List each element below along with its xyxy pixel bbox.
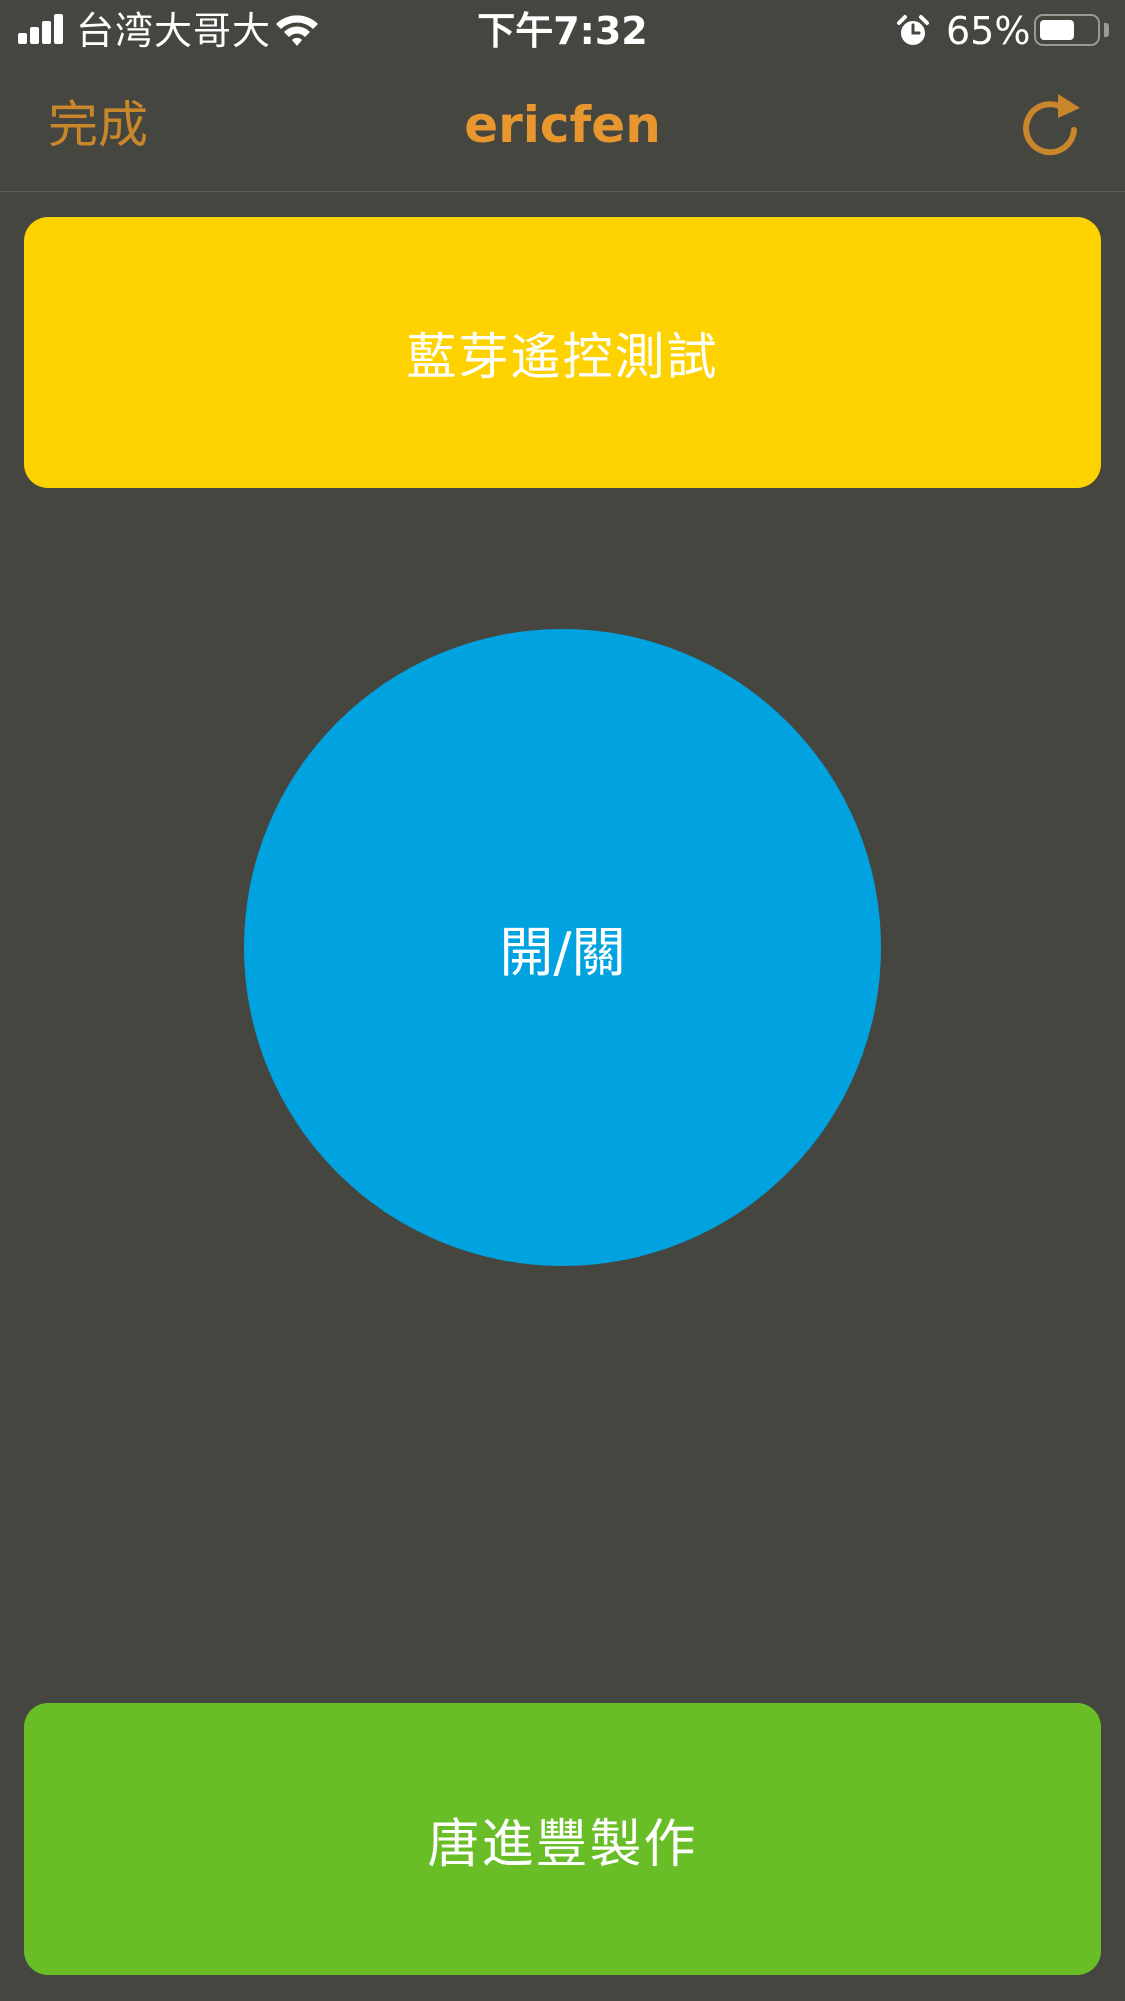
status-bar: 台湾大哥大 下午7:32 65% xyxy=(0,0,1125,62)
nav-title: ericfen xyxy=(464,96,661,154)
credits-banner-label: 唐進豐製作 xyxy=(427,1814,698,1875)
power-toggle-label: 開/關 xyxy=(499,921,626,984)
app-screen: 台湾大哥大 下午7:32 65% 完成 ericfen 藍芽遙控測試 開/關 唐… xyxy=(0,0,1125,2001)
power-toggle-button[interactable]: 開/關 xyxy=(244,629,881,1266)
title-banner[interactable]: 藍芽遙控測試 xyxy=(24,217,1101,488)
battery-cap xyxy=(1104,23,1109,37)
title-banner-label: 藍芽遙控測試 xyxy=(406,327,719,386)
credits-banner[interactable]: 唐進豐製作 xyxy=(24,1703,1101,1975)
navigation-bar: 完成 ericfen xyxy=(0,62,1125,192)
battery-level xyxy=(1040,20,1074,40)
battery-percent: 65% xyxy=(946,9,1031,53)
refresh-icon[interactable] xyxy=(1014,88,1086,160)
alarm-icon xyxy=(897,15,929,45)
battery-icon xyxy=(1034,14,1100,46)
